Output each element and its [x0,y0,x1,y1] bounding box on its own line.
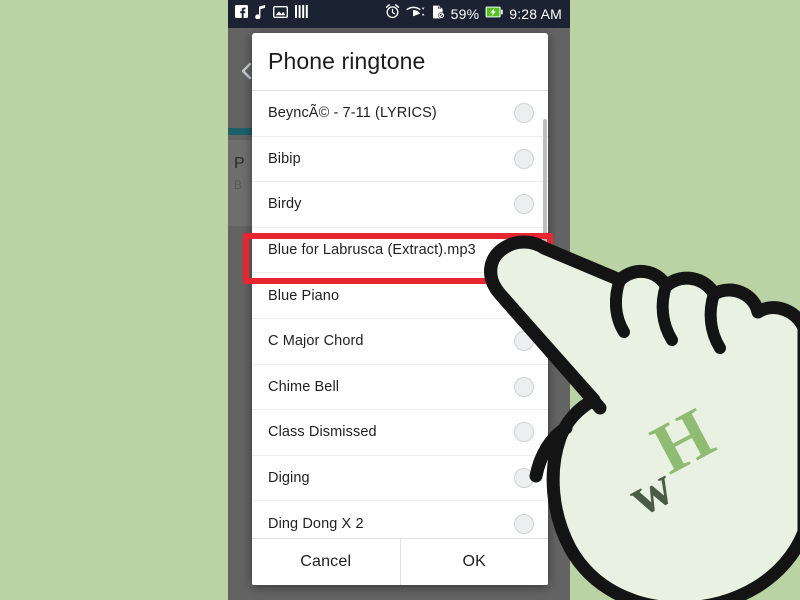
ok-button[interactable]: OK [401,539,549,585]
ringtone-list-item[interactable]: Birdy [252,182,548,228]
ringtone-list[interactable]: BeyncÃ© - 7-11 (LYRICS) Bibip Birdy Blue fo… [252,91,548,538]
ringtone-list-item[interactable]: C Major Chord [252,318,548,365]
equalizer-bars-icon [295,5,308,23]
ringtone-list-item[interactable]: BeyncÃ© - 7-11 (LYRICS) [252,91,548,137]
radio-dot [515,241,533,260]
status-bar-clock: 9:28 AM [509,6,562,22]
battery-charging-icon [485,5,503,23]
ringtone-label: Blue for Labrusca (Extract).mp3 [268,242,476,259]
ringtone-label: Class Dismissed [268,424,377,441]
radio-button[interactable] [514,513,534,534]
ringtone-list-item[interactable]: Blue for Labrusca (Extract).mp3 [252,227,548,274]
ringtone-list-item[interactable]: Bibip [252,136,548,183]
ringtone-label: Blue Piano [268,287,340,304]
background-accent-bar [228,128,252,135]
wifi-icon [406,5,425,23]
ringtone-label: Diging [268,470,310,487]
ringtone-label: Birdy [268,196,302,213]
ringtone-list-item[interactable]: Class Dismissed [252,410,548,456]
alarm-clock-icon [385,4,400,24]
ringtone-label: Ding Dong X 2 [268,515,364,532]
list-scrollbar[interactable] [543,91,547,538]
dialog-title: Phone ringtone [252,33,548,91]
ringtone-label: Bibip [268,150,301,167]
ringtone-list-item[interactable]: Blue Piano [252,273,548,319]
radio-button[interactable] [514,194,534,215]
radio-button[interactable] [514,148,534,169]
watermark-w-letter: w [619,455,684,529]
status-bar: 59% 9:28 AM [228,0,570,28]
radio-button-selected[interactable] [514,240,534,261]
status-bar-notification-icons [235,4,308,24]
ringtone-label: Chime Bell [268,378,340,395]
radio-button[interactable] [514,468,534,489]
music-note-icon [255,4,266,24]
ringtone-list-item[interactable]: Diging [252,455,548,502]
status-bar-system-icons: 59% 9:28 AM [385,4,562,24]
watermark-h-letter: H [639,392,726,489]
radio-button[interactable] [514,422,534,443]
dialog-button-bar: Cancel OK [252,538,548,585]
ringtone-list-item[interactable]: Chime Bell [252,364,548,411]
radio-button[interactable] [514,331,534,352]
gallery-image-icon [272,5,289,23]
ringtone-label: C Major Chord [268,333,364,350]
sd-card-removed-icon [431,5,445,24]
radio-button[interactable] [514,103,534,124]
background-setting-subtitle: B [234,178,243,192]
ringtone-picker-dialog: Phone ringtone BeyncÃ© - 7-11 (LYRICS) Bi… [252,33,548,585]
scrollbar-thumb[interactable] [543,119,547,269]
facebook-icon [235,5,248,23]
ringtone-label: BeyncÃ© - 7-11 (LYRICS) [268,105,437,122]
cancel-button[interactable]: Cancel [252,539,400,585]
battery-percent-label: 59% [450,6,480,22]
ringtone-list-item[interactable]: Ding Dong X 2 [252,501,548,538]
radio-button[interactable] [514,376,534,397]
background-setting-title: P [234,156,245,171]
phone-device: P B 59% 9:28 AM Phone ringtone BeyncÃ© -… [228,0,570,600]
radio-button[interactable] [514,285,534,306]
